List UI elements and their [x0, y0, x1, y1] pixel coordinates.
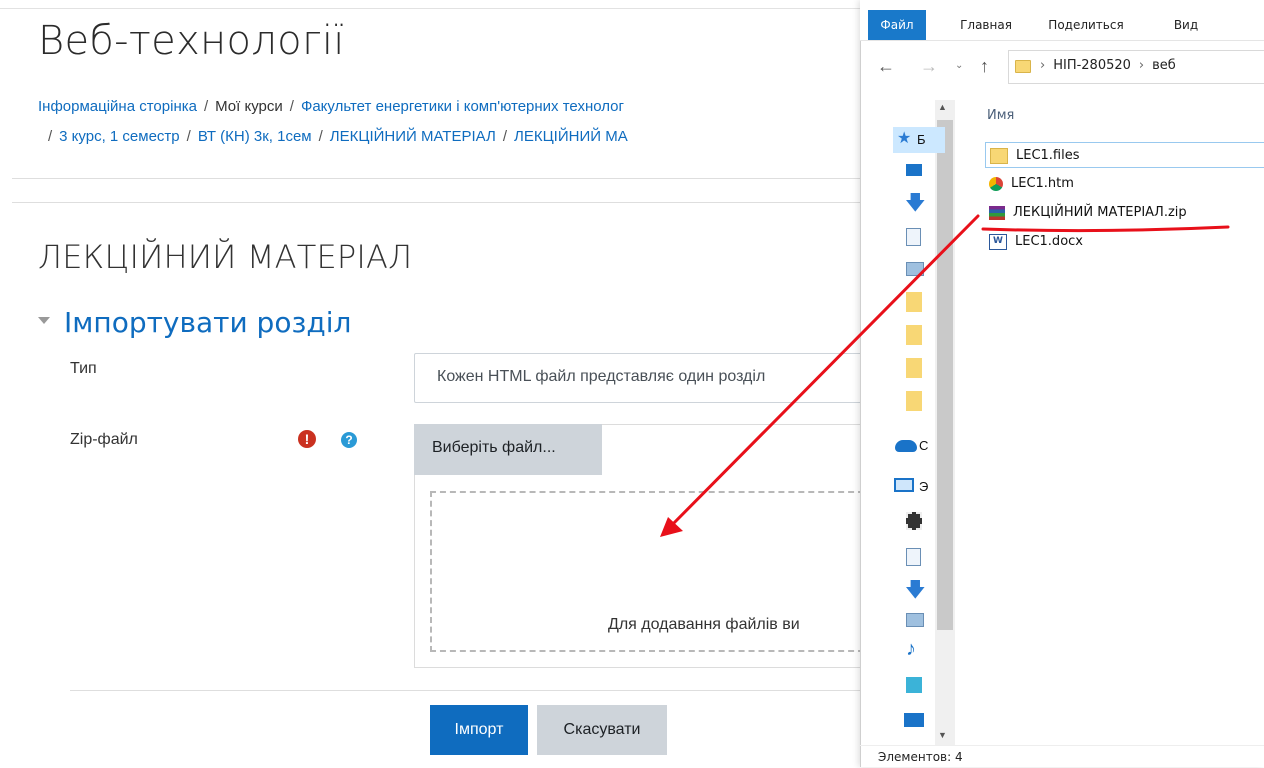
arrow-head-icon: [660, 517, 683, 537]
annotation-drag-arrow: [664, 214, 980, 533]
annotation-overlay: [660, 214, 1230, 537]
annotation-underline: [981, 225, 1230, 233]
